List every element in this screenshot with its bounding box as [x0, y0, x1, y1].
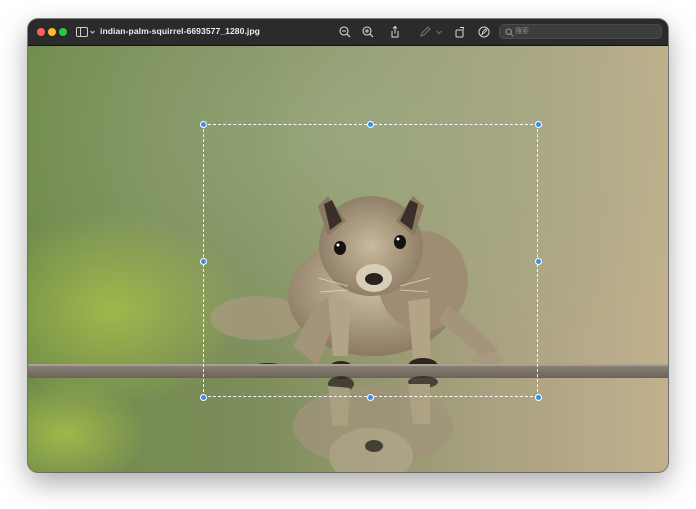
- share-icon: [391, 25, 399, 38]
- markup-menu-button[interactable]: [435, 25, 443, 39]
- markup-pen-icon: [420, 26, 431, 37]
- window-title: indian-palm-squirrel-6693577_1280.jpg: [100, 26, 260, 36]
- zoom-in-button[interactable]: [361, 25, 375, 39]
- sidebar-toggle-button[interactable]: [76, 26, 98, 38]
- selection-handle-top[interactable]: [367, 121, 374, 128]
- markup-toolbar-button[interactable]: [477, 25, 491, 39]
- rotate-button[interactable]: [453, 25, 467, 39]
- search-field[interactable]: [499, 24, 662, 39]
- zoom-out-icon: [339, 26, 351, 38]
- zoom-out-button[interactable]: [338, 25, 352, 39]
- fullscreen-button[interactable]: [59, 28, 67, 36]
- close-button[interactable]: [37, 28, 45, 36]
- search-input[interactable]: [515, 26, 655, 37]
- titlebar: indian-palm-squirrel-6693577_1280.jpg: [28, 19, 668, 46]
- selection-rectangle[interactable]: [203, 124, 538, 397]
- minimize-button[interactable]: [48, 28, 56, 36]
- markup-icon: [478, 26, 490, 38]
- search-icon: [505, 28, 514, 37]
- selection-handle-top-right[interactable]: [535, 121, 542, 128]
- share-button[interactable]: [388, 25, 402, 39]
- zoom-in-icon: [362, 26, 374, 38]
- selection-handle-right[interactable]: [535, 258, 542, 265]
- preview-window: indian-palm-squirrel-6693577_1280.jpg: [28, 19, 668, 472]
- selection-handle-top-left[interactable]: [200, 121, 207, 128]
- image-canvas[interactable]: [28, 46, 668, 472]
- selection-handle-left[interactable]: [200, 258, 207, 265]
- markup-pen-button[interactable]: [418, 25, 432, 39]
- selection-handle-bottom-right[interactable]: [535, 394, 542, 401]
- rotate-icon: [455, 27, 464, 38]
- selection-handle-bottom[interactable]: [367, 394, 374, 401]
- chevron-down-icon: [436, 30, 442, 35]
- selection-handle-bottom-left[interactable]: [200, 394, 207, 401]
- sidebar-icon: [76, 27, 95, 37]
